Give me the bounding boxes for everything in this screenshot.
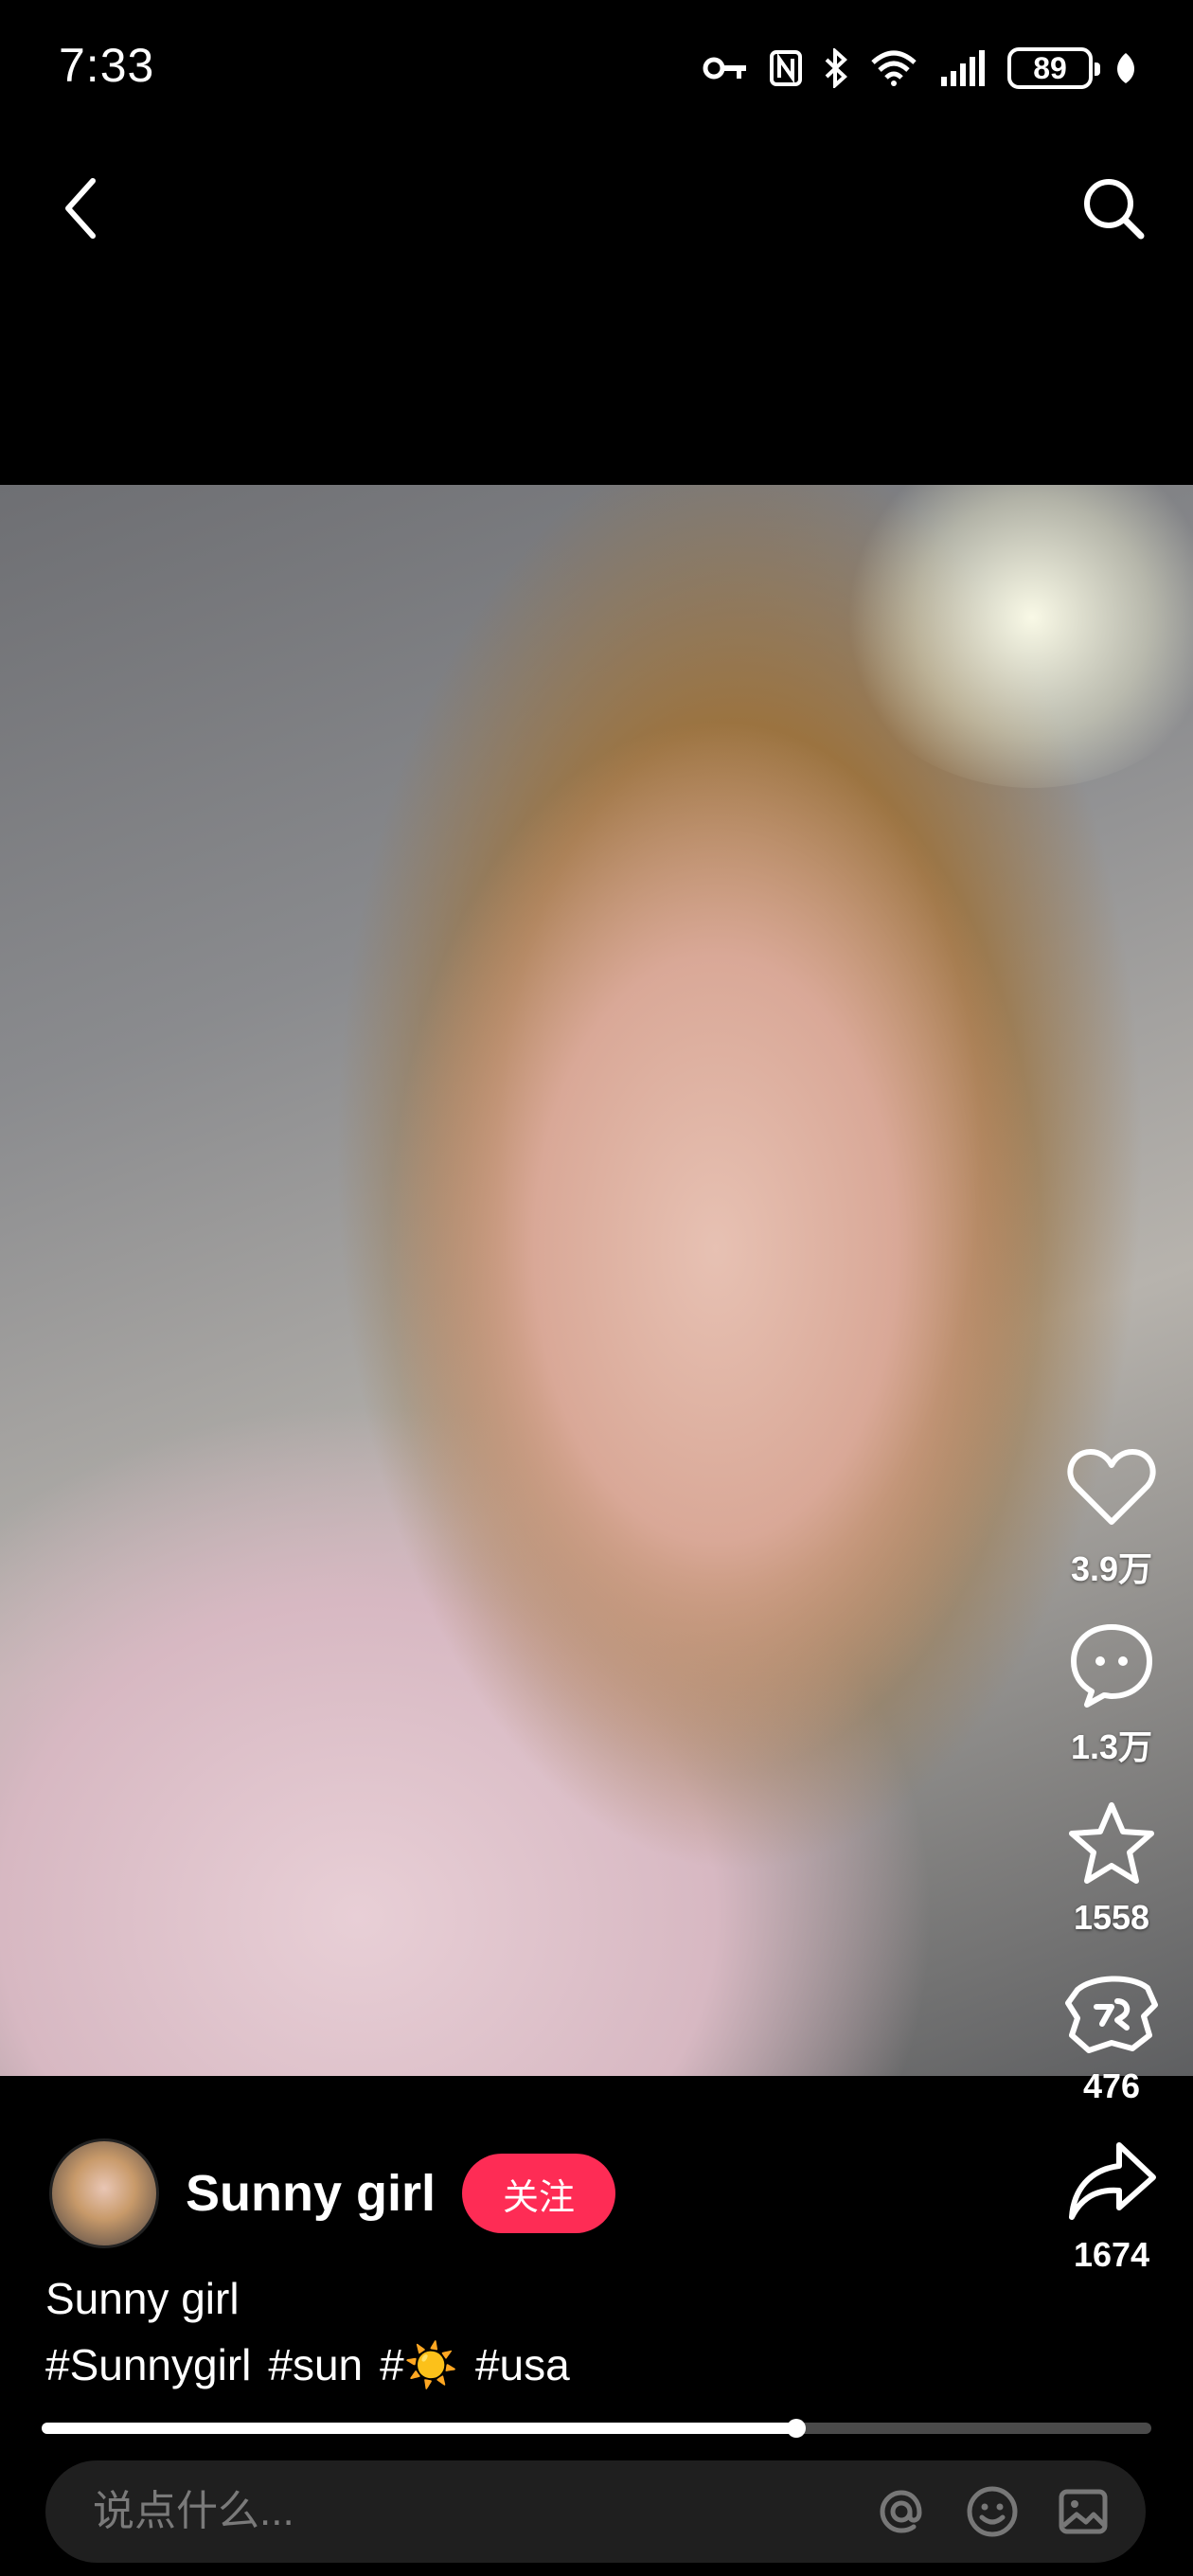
star-icon[interactable] (1064, 1796, 1159, 1890)
video-caption: Sunny girl (45, 2274, 240, 2323)
gift-count: 476 (1082, 2066, 1141, 2105)
nfc-icon (769, 49, 803, 87)
comment-bar[interactable]: 说点什么... (45, 2460, 1146, 2563)
gift-icon[interactable] (1064, 1964, 1159, 2059)
status-time: 7:33 (59, 39, 155, 92)
progress-scrubber[interactable] (786, 2419, 806, 2438)
search-button[interactable] (1076, 170, 1151, 246)
emoji-icon[interactable] (962, 2481, 1023, 2542)
video-progress-bar[interactable] (42, 2419, 1151, 2438)
battery-icon: 89 (1007, 47, 1100, 89)
like-action[interactable]: 3.9万 (1064, 1440, 1159, 1591)
signal-icon (939, 50, 987, 86)
back-button[interactable] (42, 170, 117, 246)
chevron-left-icon (65, 178, 96, 239)
key-icon (703, 54, 748, 82)
progress-fill (42, 2423, 796, 2434)
video-screen: 7:33 89 3.9万 1.3万 1558 476 1674 Sunny gi… (0, 0, 1193, 2576)
comment-count: 1.3万 (1070, 1727, 1153, 1766)
favorite-count: 1558 (1073, 1898, 1150, 1937)
gift-action[interactable]: 476 (1064, 1964, 1159, 2106)
hashtag[interactable]: #Sunnygirl (45, 2339, 251, 2391)
status-bar: 7:33 89 (0, 0, 1193, 142)
hashtag[interactable]: #usa (475, 2339, 570, 2391)
video-content[interactable] (0, 485, 1193, 2076)
author-name[interactable]: Sunny girl (186, 2164, 436, 2223)
heart-icon[interactable] (1064, 1440, 1159, 1534)
share-icon[interactable] (1064, 2133, 1159, 2227)
share-count: 1674 (1073, 2235, 1150, 2274)
at-icon[interactable] (871, 2481, 932, 2542)
hashtag[interactable]: #sun (268, 2339, 363, 2391)
share-action[interactable]: 1674 (1064, 2133, 1159, 2275)
author-row: Sunny girl 关注 (49, 2138, 616, 2248)
comment-input[interactable]: 说点什么... (93, 2460, 294, 2563)
wifi-icon (869, 49, 918, 87)
hashtag-list: #Sunnygirl #sun #☀️ #usa (45, 2339, 570, 2391)
battery-level: 89 (1033, 51, 1067, 85)
bluetooth-icon (824, 48, 848, 88)
image-icon[interactable] (1053, 2481, 1113, 2542)
hashtag[interactable]: #☀️ (380, 2339, 458, 2391)
comment-action[interactable]: 1.3万 (1064, 1618, 1159, 1769)
favorite-action[interactable]: 1558 (1064, 1796, 1159, 1938)
top-nav (0, 161, 1193, 256)
leaf-icon (1113, 51, 1138, 85)
search-icon (1084, 179, 1145, 240)
comment-icon[interactable] (1064, 1618, 1159, 1712)
status-icons: 89 (703, 42, 1138, 95)
like-count: 3.9万 (1070, 1549, 1153, 1588)
follow-button[interactable]: 关注 (462, 2154, 616, 2233)
avatar[interactable] (49, 2138, 159, 2248)
action-rail: 3.9万 1.3万 1558 476 1674 (1055, 1440, 1168, 2301)
